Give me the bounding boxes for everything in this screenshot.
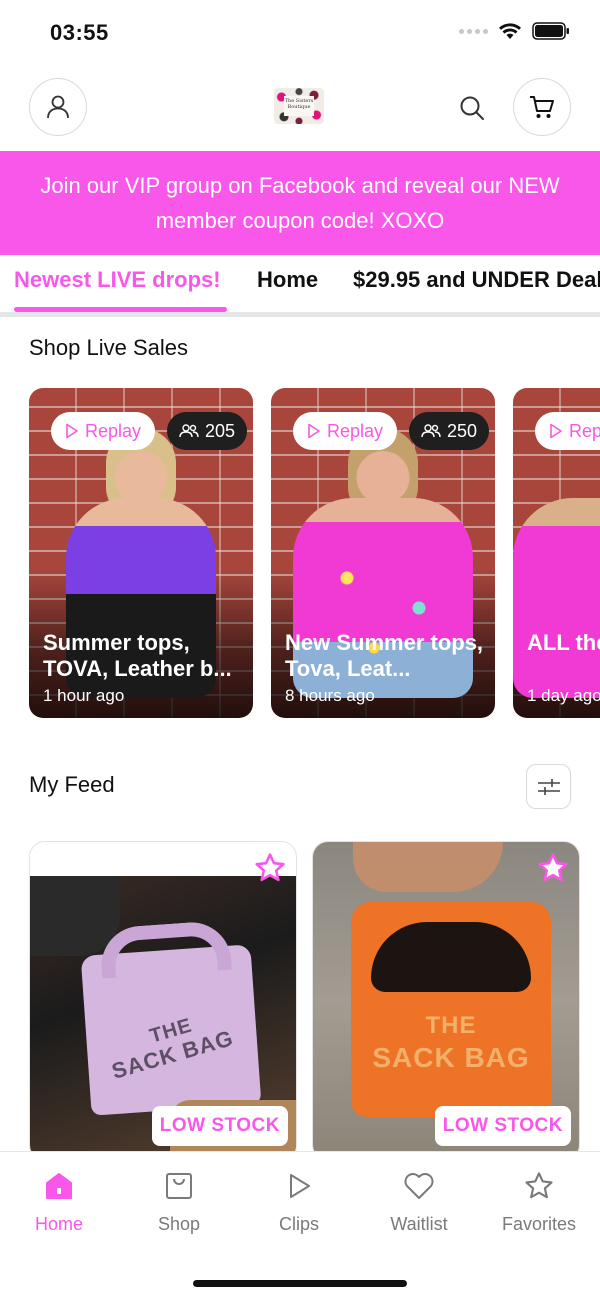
active-tab-indicator (14, 307, 227, 312)
play-outline-icon (550, 423, 562, 439)
replay-label: Replay (569, 420, 600, 441)
my-feed-title: My Feed (29, 772, 115, 797)
favorite-button[interactable] (252, 850, 288, 886)
nav-favorites[interactable]: Favorites (484, 1166, 594, 1235)
bag-print-line-2: SACK BAG (372, 1042, 530, 1073)
status-icons (459, 22, 570, 40)
low-stock-badge: LOW STOCK (434, 1106, 571, 1146)
nav-waitlist-label: Waitlist (390, 1214, 448, 1234)
replay-button[interactable]: Replay (535, 412, 600, 450)
cart-icon (530, 96, 554, 118)
favorite-button[interactable] (535, 850, 571, 886)
nav-favorites-label: Favorites (501, 1214, 577, 1234)
top-header: The Sisters Boutique (0, 78, 600, 138)
battery-icon (532, 22, 569, 40)
live-sale-title: Summer tops, TOVA, Leather b... (43, 630, 232, 681)
live-sale-time: 1 day ago (527, 686, 600, 705)
heart-icon (364, 1166, 474, 1206)
brand-logo[interactable]: The Sisters Boutique (274, 88, 324, 124)
viewers-icon (179, 424, 199, 438)
replay-button[interactable]: Replay (51, 412, 156, 450)
bag-opening (98, 919, 232, 979)
play-outline-icon (66, 423, 78, 439)
live-sale-time: 1 hour ago (43, 686, 125, 705)
nav-shop[interactable]: Shop (124, 1166, 234, 1235)
shop-live-sales-title: Shop Live Sales (29, 335, 188, 360)
low-stock-badge: LOW STOCK (151, 1106, 288, 1146)
status-bar: 03:55 (0, 0, 600, 66)
star-icon (255, 853, 285, 882)
live-sale-card[interactable]: Replay 250 New Summer tops, Tova, Leat..… (271, 388, 495, 718)
live-sale-title: New Summer tops, Tova, Leat... (285, 630, 484, 681)
home-icon (4, 1166, 114, 1206)
replay-label: Replay (327, 420, 384, 441)
product-card[interactable]: THE SACK BAG LOW STOCK (312, 841, 580, 1161)
bag-illustration: THE SACK BAG (80, 919, 262, 1116)
search-icon (460, 96, 484, 120)
feed-filter-button[interactable] (526, 764, 571, 809)
star-icon (538, 853, 568, 882)
viewer-count: 205 (205, 420, 236, 441)
vip-banner-text: Join our VIP group on Facebook and revea… (40, 173, 560, 233)
bag-illustration: THE SACK BAG (351, 902, 551, 1117)
cart-button[interactable] (513, 78, 571, 136)
tab-home[interactable]: Home (257, 267, 318, 293)
status-time: 03:55 (50, 20, 109, 45)
nav-shop-label: Shop (157, 1214, 201, 1234)
play-outline-icon (308, 423, 320, 439)
live-sale-card[interactable]: Replay 205 Summer tops, TOVA, Leather b.… (29, 388, 253, 718)
vip-banner[interactable]: Join our VIP group on Facebook and revea… (0, 151, 600, 255)
nav-clips-label: Clips (278, 1214, 319, 1234)
bag-opening (371, 922, 531, 992)
play-icon (244, 1166, 354, 1206)
viewer-count-badge: 250 (409, 412, 490, 450)
signal-icon (459, 28, 488, 34)
replay-button[interactable]: Replay (293, 412, 398, 450)
sliders-icon (537, 778, 560, 795)
product-card[interactable]: THE SACK BAG LOW STOCK (29, 841, 297, 1161)
logo-line-2: Boutique (287, 104, 311, 110)
viewers-icon (421, 424, 441, 438)
live-sale-title: ALL the have b (527, 630, 600, 655)
wifi-icon (499, 23, 521, 39)
shopping-bag-icon (124, 1166, 234, 1206)
bag-print-line-1: THE (425, 1012, 477, 1039)
logo-wordmark: The Sisters Boutique (284, 96, 314, 116)
nav-clips[interactable]: Clips (244, 1166, 354, 1235)
star-icon (484, 1166, 594, 1206)
profile-button[interactable] (29, 78, 87, 136)
live-sale-card[interactable]: Replay ALL the have b 1 day ago (513, 388, 600, 718)
tab-newest-live-drops[interactable]: Newest LIVE drops! (14, 267, 221, 293)
nav-waitlist[interactable]: Waitlist (364, 1166, 474, 1235)
bottom-navigation: Home Shop Clips Waitlist Favorites (0, 1151, 600, 1299)
live-sales-carousel: Replay 205 Summer tops, TOVA, Leather b.… (0, 388, 600, 718)
search-button[interactable] (454, 90, 490, 126)
tab-deals[interactable]: $29.95 and UNDER Deals (353, 267, 600, 293)
replay-label: Replay (85, 420, 142, 441)
viewer-count: 250 (447, 420, 478, 441)
home-indicator[interactable] (193, 1280, 407, 1287)
person-icon (47, 95, 69, 119)
nav-home-label: Home (34, 1214, 83, 1234)
hand (353, 842, 503, 892)
viewer-count-badge: 205 (167, 412, 248, 450)
nav-home[interactable]: Home (4, 1166, 114, 1235)
category-tabs: Newest LIVE drops! Home $29.95 and UNDER… (0, 255, 600, 317)
model-outfit (513, 498, 600, 698)
live-sale-time: 8 hours ago (285, 686, 375, 705)
